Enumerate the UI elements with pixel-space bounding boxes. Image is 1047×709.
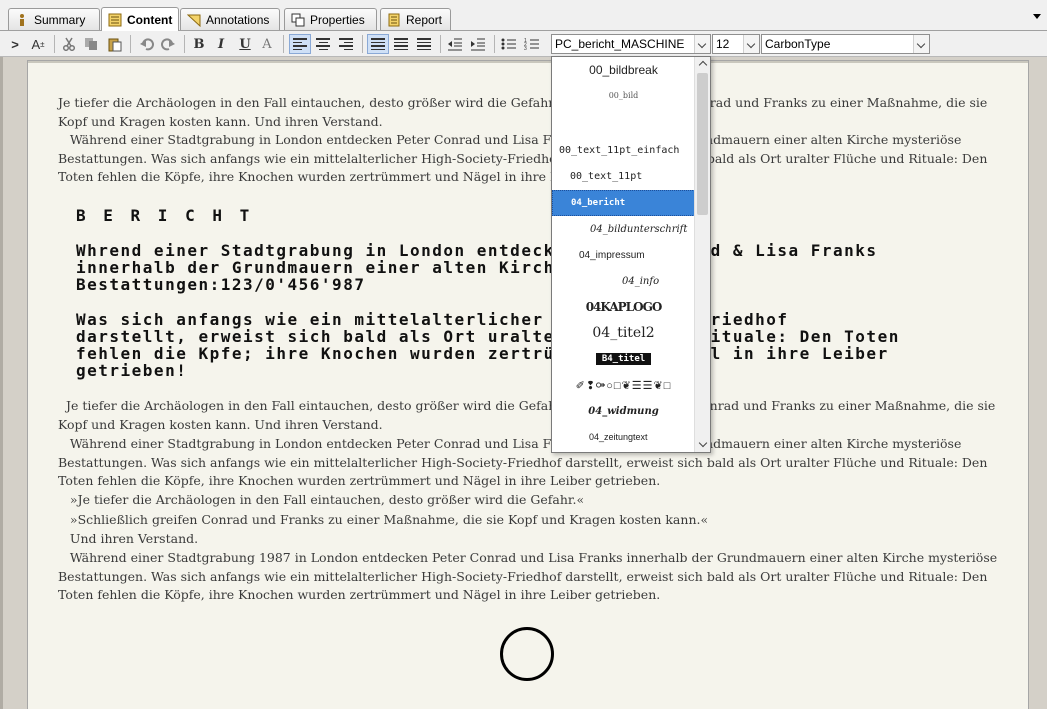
scroll-up-icon[interactable] xyxy=(695,57,710,71)
tab-report-label: Report xyxy=(406,12,443,27)
paste-icon[interactable] xyxy=(104,34,124,54)
bold-button[interactable]: B xyxy=(190,34,208,54)
italic-button[interactable]: I xyxy=(212,34,230,54)
chevron-down-icon[interactable] xyxy=(694,35,710,53)
tab-menu-arrow-icon[interactable] xyxy=(1033,14,1041,19)
toolbar-separator xyxy=(54,35,55,53)
annotation-icon xyxy=(186,13,201,27)
bullet-list-icon[interactable] xyxy=(499,34,519,54)
page-top-edge xyxy=(28,61,1028,63)
tab-annotations-label: Annotations xyxy=(206,12,270,27)
align-left-icon[interactable] xyxy=(289,34,311,54)
document-page[interactable]: Je tiefer die Archäologen in den Fall ei… xyxy=(27,60,1029,709)
font-family-select[interactable]: CarbonType xyxy=(761,34,930,54)
indent-icon[interactable] xyxy=(468,34,488,54)
paragraph-style-dropdown[interactable]: 00_bildbreak 00_bild 00_text_11pt_einfac… xyxy=(551,56,711,453)
copy-icon[interactable] xyxy=(82,34,100,54)
style-option[interactable]: 04KAPLOGO xyxy=(552,294,695,320)
paragraph-6[interactable]: Während einer Stadtgrabung 1987 in Londo… xyxy=(58,549,998,605)
style-option[interactable]: 04_bildunterschrift xyxy=(552,216,695,242)
style-option[interactable]: 00_bild xyxy=(552,83,695,107)
tab-bar: Summary Content Annotations Properties R… xyxy=(0,0,1047,31)
tab-properties[interactable]: Properties xyxy=(284,8,377,30)
toolbar-separator xyxy=(130,35,131,53)
style-option-symbols[interactable]: ✐❢⚩○□❦☰☰❦□ xyxy=(552,372,695,398)
font-family-value: CarbonType xyxy=(765,37,831,51)
tab-properties-label: Properties xyxy=(310,12,365,27)
redo-icon[interactable] xyxy=(158,34,178,54)
tab-summary[interactable]: Summary xyxy=(8,8,100,30)
style-option[interactable]: 00_bildbreak xyxy=(552,57,695,83)
scroll-down-icon[interactable] xyxy=(695,438,710,452)
tab-content-label: Content xyxy=(127,12,173,27)
ring-shape xyxy=(500,627,554,681)
paragraph-style-select[interactable]: PC_bericht_MASCHINE xyxy=(551,34,711,54)
report-icon xyxy=(387,13,401,27)
paragraph-1[interactable]: Je tiefer die Archäologen in den Fall ei… xyxy=(58,94,998,131)
font-size-value: 12 xyxy=(716,37,730,51)
style-option-selected[interactable]: 04_bericht xyxy=(552,190,695,216)
typewriter-paragraph-1[interactable]: Whrend einer Stadtgrabung in London entd… xyxy=(76,242,878,293)
paragraph-2[interactable]: Während einer Stadtgrabung in London ent… xyxy=(58,131,998,187)
style-option[interactable]: 04_zeitungtext xyxy=(552,424,695,450)
chevron-right-icon[interactable]: > xyxy=(8,34,22,54)
undo-icon[interactable] xyxy=(136,34,156,54)
tab-content[interactable]: Content xyxy=(101,7,179,31)
quote-1[interactable]: »Je tiefer die Archäologen in den Fall e… xyxy=(58,491,998,510)
tab-report[interactable]: Report xyxy=(380,8,451,30)
toolbar-separator xyxy=(184,35,185,53)
style-option[interactable]: 04_impressum xyxy=(552,242,695,268)
dropdown-scrollbar[interactable] xyxy=(694,57,710,452)
paragraph-3[interactable]: Je tiefer die Archäologen in den Fall ei… xyxy=(58,397,998,434)
justify-all-icon[interactable] xyxy=(390,34,412,54)
paragraph-5[interactable]: Und ihren Verstand. xyxy=(58,530,998,549)
properties-icon xyxy=(291,13,305,27)
style-option[interactable]: B4_titel xyxy=(552,346,695,372)
outdent-icon[interactable] xyxy=(445,34,465,54)
underline-button[interactable]: U xyxy=(236,34,254,54)
content-icon xyxy=(108,13,122,27)
style-option[interactable]: 04_widmung xyxy=(552,398,695,424)
paragraph-style-value: PC_bericht_MASCHINE xyxy=(555,37,685,51)
text-color-button[interactable]: A xyxy=(258,34,276,54)
align-right-icon[interactable] xyxy=(335,34,357,54)
paragraph-4[interactable]: Während einer Stadtgrabung in London ent… xyxy=(58,435,998,491)
style-option[interactable] xyxy=(552,107,695,137)
scrollbar-thumb[interactable] xyxy=(697,73,708,215)
chevron-down-icon[interactable] xyxy=(913,35,929,53)
align-center-icon[interactable] xyxy=(312,34,334,54)
cut-icon[interactable] xyxy=(60,34,78,54)
typewriter-heading[interactable]: B E R I C H T xyxy=(76,207,253,224)
quote-2[interactable]: »Schließlich greifen Conrad und Franks z… xyxy=(58,511,998,530)
toolbar-separator xyxy=(440,35,441,53)
toolbar-separator xyxy=(494,35,495,53)
style-option-label: B4_titel xyxy=(595,353,652,365)
justify-icon[interactable] xyxy=(367,34,389,54)
font-size-increase-icon[interactable]: A ± xyxy=(27,34,49,54)
toolbar-separator xyxy=(362,35,363,53)
style-option[interactable]: 04_info xyxy=(552,268,695,294)
style-option[interactable]: 00_text_11pt_einfach xyxy=(552,137,695,163)
tab-summary-label: Summary xyxy=(34,12,86,27)
justify-last-icon[interactable] xyxy=(413,34,435,54)
font-size-select[interactable]: 12 xyxy=(712,34,760,54)
typewriter-paragraph-2[interactable]: Was sich anfangs wie ein mittelalterlich… xyxy=(76,311,900,379)
format-toolbar: > A ± B I U A 1 2 3 PC_bericht_MASCHINE … xyxy=(0,31,1047,57)
numbered-list-icon[interactable]: 123 xyxy=(522,34,542,54)
style-option[interactable]: 04_titel2 xyxy=(552,320,695,346)
svg-text:3: 3 xyxy=(524,46,527,51)
chevron-down-icon[interactable] xyxy=(743,35,759,53)
document-viewport[interactable]: Je tiefer die Archäologen in den Fall ei… xyxy=(0,57,1047,709)
info-icon xyxy=(15,13,29,27)
toolbar-separator xyxy=(283,35,284,53)
tab-annotations[interactable]: Annotations xyxy=(180,8,280,30)
style-option[interactable]: 00_text_11pt xyxy=(552,163,695,189)
